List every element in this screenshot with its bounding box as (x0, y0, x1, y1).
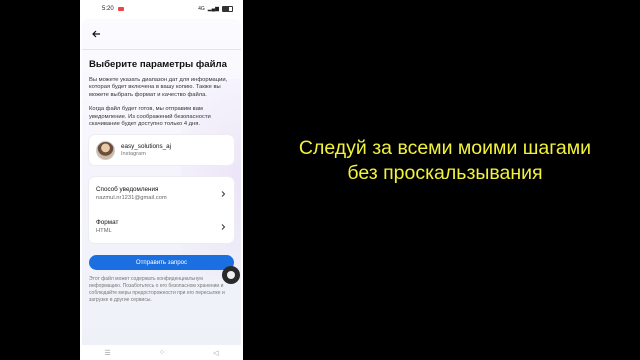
format-label: Формат (96, 219, 119, 227)
account-platform: Instagram (121, 151, 146, 158)
floating-assistive-button[interactable] (222, 266, 240, 284)
page-title: Выберите параметры файла (89, 59, 227, 70)
notification-method-label: Способ уведомления (96, 186, 159, 194)
format-row[interactable]: Формат HTML (89, 210, 234, 243)
network-label: 4G (198, 5, 205, 12)
avatar (96, 140, 115, 160)
description-date-range: Вы можете указать диапазон дат для инфор… (89, 76, 228, 99)
recording-icon (117, 6, 124, 11)
system-nav-bar: ☰ ○ ◁ (80, 345, 243, 360)
status-time: 5:20 (102, 5, 114, 12)
privacy-footer: Этот файл может содержать конфиденциальн… (89, 276, 225, 303)
settings-card: Способ уведомления nazmul.nr1231@gmail.c… (89, 177, 234, 244)
notification-method-row[interactable]: Способ уведомления nazmul.nr1231@gmail.c… (89, 177, 234, 210)
caption-line-2: без проскальзывания (347, 162, 543, 184)
description-notification: Когда файл будет готов, мы отправим вам … (89, 105, 211, 128)
status-bar: 5:20 4G ▂▄▆ (80, 0, 243, 17)
file-options-sheet: Выберите параметры файла Вы можете указа… (82, 19, 241, 345)
account-username: easy_solutions_aj (121, 143, 172, 151)
recent-apps-icon[interactable]: ☰ (105, 349, 111, 357)
back-arrow-icon[interactable] (89, 27, 103, 41)
sheet-header (82, 19, 241, 50)
chevron-right-icon (221, 223, 226, 230)
home-icon[interactable]: ○ (160, 349, 164, 356)
notification-method-value: nazmul.nr1231@gmail.com (96, 195, 167, 202)
account-card: easy_solutions_aj Instagram (89, 135, 234, 166)
chevron-right-icon (221, 190, 226, 197)
video-caption: Следуй за всеми моими шагами без проскал… (250, 136, 640, 186)
caption-line-1: Следуй за всеми моими шагами (298, 137, 592, 159)
battery-icon (222, 5, 233, 12)
back-icon[interactable]: ◁ (213, 349, 218, 357)
phone-screen: 5:20 4G ▂▄▆ Выберите параметры файла Вы … (80, 0, 243, 360)
signal-icon: ▂▄▆ (207, 5, 219, 12)
submit-request-button[interactable]: Отправить запрос (89, 255, 234, 271)
format-value: HTML (96, 228, 112, 235)
